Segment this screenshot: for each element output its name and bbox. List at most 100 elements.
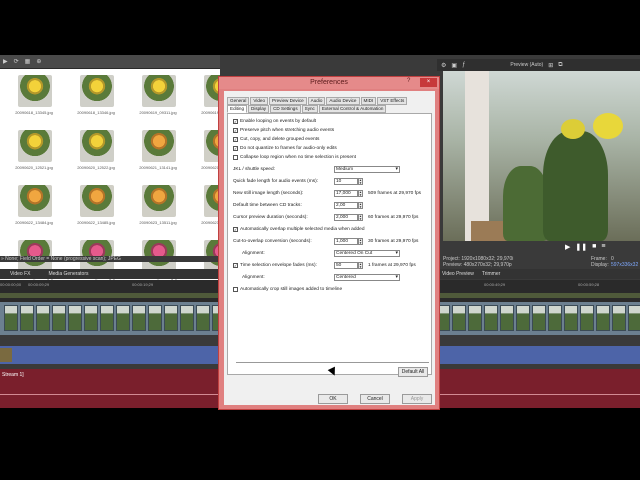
- checkbox-row[interactable]: Automatically crop still images added to…: [233, 287, 342, 292]
- cd-gap-input[interactable]: 2,00: [334, 202, 358, 209]
- tab-trimmer[interactable]: Trimmer: [482, 271, 500, 277]
- video-event[interactable]: [116, 305, 130, 331]
- checkbox-row[interactable]: Cut, copy, and delete grouped events: [233, 137, 319, 142]
- video-event[interactable]: [500, 305, 514, 331]
- jkl-speed-select[interactable]: Medium: [334, 166, 400, 173]
- thumbnail-item[interactable]: 20090618_13345.jpg: [4, 69, 62, 119]
- tab-sync[interactable]: Sync: [301, 105, 318, 113]
- time-sel-input[interactable]: 50: [334, 262, 358, 269]
- menu-icon[interactable]: ≡: [601, 243, 605, 251]
- quick-fade-input[interactable]: 10: [334, 178, 358, 185]
- video-event[interactable]: [532, 305, 546, 331]
- copy-icon[interactable]: ⧉: [558, 62, 562, 69]
- help-icon[interactable]: ?: [407, 78, 410, 84]
- thumbnail-item[interactable]: 20090618_13346.jpg: [66, 69, 124, 119]
- video-event[interactable]: [564, 305, 578, 331]
- cut-overlap-stepper[interactable]: ▲ ▼: [358, 238, 363, 245]
- tab-external-control[interactable]: External Control & Automation: [318, 105, 387, 113]
- tab-editing[interactable]: Editing: [227, 105, 248, 113]
- thumbnail-item[interactable]: 20090623_13511.jpg: [128, 179, 186, 229]
- video-event[interactable]: [68, 305, 82, 331]
- thumbnail-item[interactable]: 20090621_13141.jpg: [128, 124, 186, 174]
- checkbox-row[interactable]: Preserve pitch when stretching audio eve…: [233, 128, 334, 133]
- thumbnail-item[interactable]: 20090620_12521.jpg: [4, 124, 62, 174]
- tab-preview-device[interactable]: Preview Device: [269, 97, 307, 105]
- thumbnail-item[interactable]: 20090621_13142.jpg: [190, 124, 220, 174]
- alignment-select[interactable]: Centered: [334, 274, 400, 281]
- checkbox[interactable]: [233, 146, 238, 151]
- tab-display[interactable]: Display: [248, 105, 270, 113]
- still-length-input[interactable]: 17,000: [334, 190, 358, 197]
- zoom-icon[interactable]: ⊕: [36, 58, 41, 65]
- video-event[interactable]: [164, 305, 178, 331]
- checkbox-row[interactable]: Collapse loop region when no time select…: [233, 155, 356, 160]
- cut-overlap-input[interactable]: 1,000: [334, 238, 358, 245]
- video-event[interactable]: [180, 305, 194, 331]
- video-event[interactable]: [4, 305, 18, 331]
- video-event[interactable]: [148, 305, 162, 331]
- thumbnail-item[interactable]: 20090622_13484.jpg: [4, 179, 62, 229]
- play-icon[interactable]: ▶: [3, 58, 8, 65]
- close-button[interactable]: ×: [420, 78, 437, 87]
- thumbnail-item[interactable]: 20090622_13485.jpg: [66, 179, 124, 229]
- stop-icon[interactable]: ■: [592, 243, 596, 251]
- fx-icon[interactable]: ƒ: [462, 62, 465, 68]
- checkbox-row[interactable]: Automatically overlap multiple selected …: [233, 227, 365, 232]
- video-event[interactable]: [468, 305, 482, 331]
- tab-audio[interactable]: Audio: [307, 97, 326, 105]
- checkbox[interactable]: [233, 119, 238, 124]
- video-event[interactable]: [36, 305, 50, 331]
- video-event[interactable]: [484, 305, 498, 331]
- settings-icon[interactable]: ⚙: [441, 62, 446, 69]
- default-all-button[interactable]: Default All: [398, 367, 428, 377]
- checkbox-row[interactable]: Time selection envelope fades (ms):: [233, 263, 317, 268]
- cursor-preview-input[interactable]: 2,000: [334, 214, 358, 221]
- checkbox[interactable]: [233, 155, 238, 160]
- video-event[interactable]: [84, 305, 98, 331]
- video-event[interactable]: [580, 305, 594, 331]
- tab-video-preview[interactable]: Video Preview: [442, 271, 474, 277]
- split-icon[interactable]: ▣: [451, 62, 457, 69]
- video-event[interactable]: [132, 305, 146, 331]
- tab-general[interactable]: General: [227, 97, 250, 105]
- video-event[interactable]: [548, 305, 562, 331]
- checkbox[interactable]: [233, 137, 238, 142]
- video-event[interactable]: [452, 305, 466, 331]
- tab-audio-device[interactable]: Audio Device: [326, 97, 360, 105]
- checkbox-row[interactable]: Enable looping on events by default: [233, 119, 316, 124]
- refresh-icon[interactable]: ⟳: [14, 58, 19, 65]
- still-length-stepper[interactable]: ▲ ▼: [358, 190, 363, 197]
- video-event[interactable]: [196, 305, 210, 331]
- video-event[interactable]: [596, 305, 610, 331]
- cancel-button[interactable]: Cancel: [360, 394, 390, 404]
- mode-dropdown[interactable]: Preview (Auto): [510, 62, 543, 68]
- video-event[interactable]: [612, 305, 626, 331]
- video-event[interactable]: [516, 305, 530, 331]
- grid-icon[interactable]: ▦: [25, 58, 31, 65]
- checkbox[interactable]: [233, 287, 238, 292]
- alignment-select[interactable]: Centered On Cut: [334, 250, 400, 257]
- grid-icon[interactable]: ⊞: [548, 62, 553, 69]
- checkbox[interactable]: [233, 128, 238, 133]
- thumbnail-item[interactable]: 20090619_09321.jpg: [190, 69, 220, 119]
- checkbox[interactable]: [233, 263, 238, 268]
- video-event[interactable]: [100, 305, 114, 331]
- thumbnail-item[interactable]: 20090620_12522.jpg: [66, 124, 124, 174]
- thumbnail-item[interactable]: 20090623_13512.jpg: [190, 179, 220, 229]
- video-event[interactable]: [52, 305, 66, 331]
- cursor-preview-stepper[interactable]: ▲ ▼: [358, 214, 363, 221]
- cd-gap-stepper[interactable]: ▲ ▼: [358, 202, 363, 209]
- tab-video-fx[interactable]: Video FX: [10, 271, 30, 277]
- tab-media-generators[interactable]: Media Generators: [48, 271, 88, 277]
- video-event[interactable]: [628, 305, 640, 331]
- play-icon[interactable]: ▶: [565, 243, 570, 251]
- quick-fade-stepper[interactable]: ▲ ▼: [358, 178, 363, 185]
- pause-icon[interactable]: ❚❚: [575, 243, 587, 251]
- checkbox[interactable]: [233, 227, 238, 232]
- video-event[interactable]: [20, 305, 34, 331]
- thumbnail-item[interactable]: 20090619_09311.jpg: [128, 69, 186, 119]
- apply-button[interactable]: Apply: [402, 394, 432, 404]
- ok-button[interactable]: OK: [318, 394, 348, 404]
- tab-video[interactable]: Video: [250, 97, 269, 105]
- tab-midi[interactable]: MIDI: [360, 97, 377, 105]
